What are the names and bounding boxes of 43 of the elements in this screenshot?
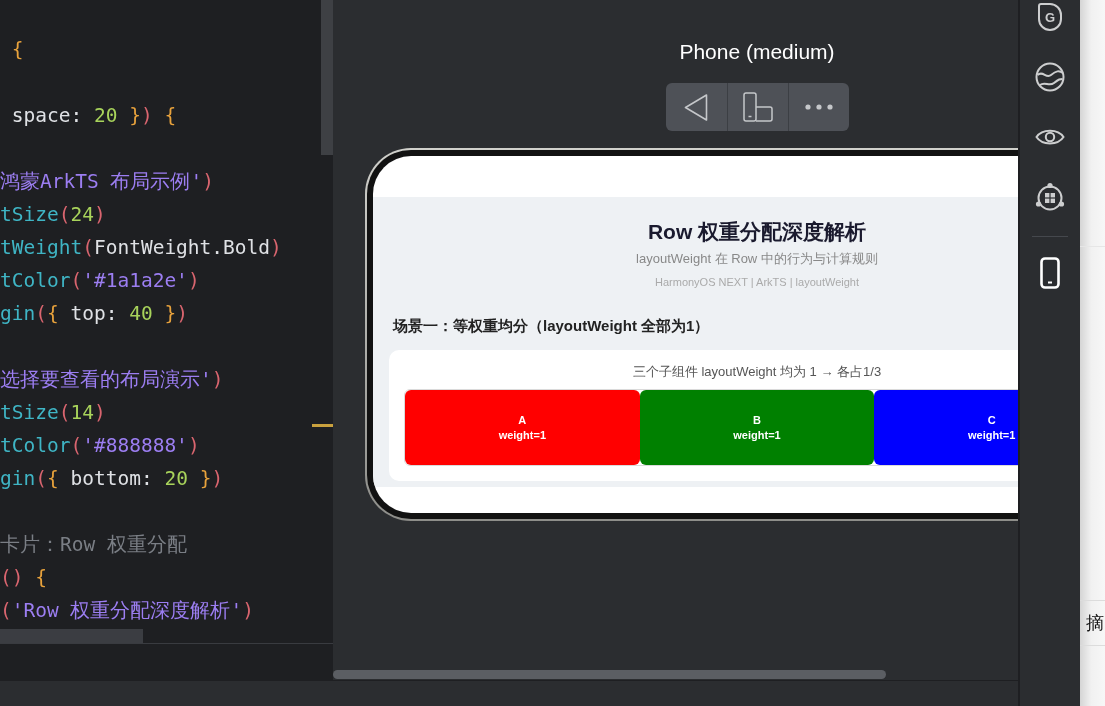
code-line: tColor('#1a1a2e') [0,268,201,294]
code-line: space: 20 }) { [10,103,178,129]
card-caption: 三个子组件 layoutWeight 均为 1 → 各占1/3 [632,363,882,381]
wave-globe-icon [1035,62,1065,92]
more-icon [804,104,833,110]
page-subtitle: layoutWeight 在 Row 中的行为与计算规则 [636,250,878,268]
rotate-device-icon [742,92,773,122]
block-label: C [987,412,996,428]
code-line: tWeight(FontWeight.Bold) [0,235,283,261]
phone-icon [1040,257,1060,289]
code-line: tColor('#888888') [0,433,201,459]
code-line: gin({ bottom: 20 }) [0,466,225,492]
page-title: Row 权重分配深度解析 [647,219,867,245]
phone-button[interactable] [1040,257,1060,289]
code-line: tSize(14) [0,400,107,426]
tag-line: HarmonyOS NEXT | ArkTS | layoutWeight [655,275,859,290]
weight-label: weight=1 [968,427,1016,443]
globe-button[interactable] [1035,62,1065,92]
stripe-mark-icon [312,424,333,427]
triangle-icon [684,93,708,121]
block-label: A [518,412,527,428]
code-line: 卡片：Row 权重分配 [0,532,188,558]
scrollbar[interactable] [333,670,886,679]
code-editor[interactable]: { space: 20 }) { 鸿蒙ArkTS 布局示例') tSize(24) tWeight(FontWeight.Bold) tColor('#1a1a2e') gin({ top: 40 }) 选择要查看的布局演示') tSize(14) tColor('#888888') gin({ bottom: 20 }) 卡片：Row 权重分配 () { ('Row 权重分配深度解析') [0,0,333,680]
code-line: gin({ top: 40 }) [0,301,189,327]
weight-label: weight=1 [498,427,546,443]
block-label: B [753,412,761,428]
node-grid-icon [1035,182,1065,212]
code-line: 选择要查看的布局演示') [0,367,225,393]
device-name: Phone (medium) [679,39,835,65]
section-title: 场景一：等权重均分（layoutWeight 全部为1） [393,316,710,336]
weight-label: weight=1 [733,427,781,443]
cluster-button[interactable] [1035,182,1065,212]
code-line: () { [0,565,48,591]
row-text: 摘 [1086,612,1104,634]
code-line: tSize(24) [0,202,107,228]
eye-button[interactable] [1035,127,1065,147]
scrollbar[interactable] [321,0,333,155]
badge-button[interactable]: G [1038,3,1062,31]
code-line: 鸿蒙ArkTS 布局示例') [0,169,215,195]
code-line: { [10,37,25,63]
eye-icon [1035,127,1065,147]
code-line: ('Row 权重分配深度解析') [0,598,255,624]
